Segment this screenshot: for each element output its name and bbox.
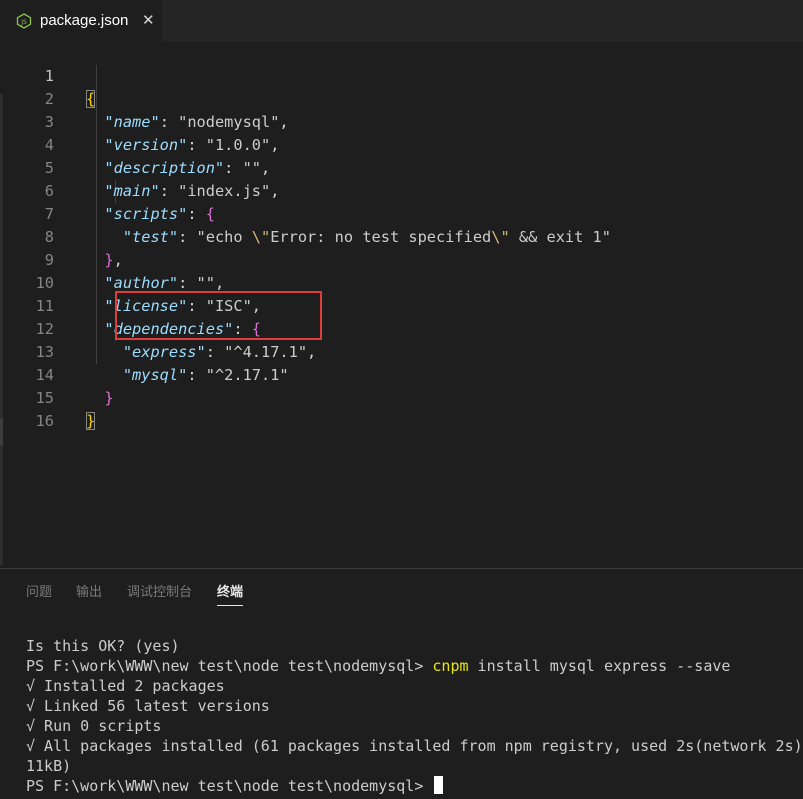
panel-tab-bar: 问题 输出 调试控制台 终端 (0, 569, 803, 609)
annotation-highlight-box (115, 291, 322, 340)
bottom-panel: 问题 输出 调试控制台 终端 Is this OK? (yes) PS F:\w… (0, 568, 803, 799)
terminal-line: √ Linked 56 latest versions (26, 697, 270, 715)
terminal-line: √ Installed 2 packages (26, 677, 225, 695)
code-line: 6 "scripts": { (0, 157, 803, 223)
terminal-line: Is this OK? (yes) (26, 637, 180, 655)
code-editor[interactable]: 1 { 2 "name": "nodemysql", 3 "version": … (0, 42, 803, 568)
terminal-line: PS F:\work\WWW\new test\node test\nodemy… (26, 656, 730, 676)
terminal-line: √ Run 0 scripts (26, 717, 162, 735)
code-line: 2 "name": "nodemysql", (0, 65, 803, 131)
tab-label: package.json (40, 12, 129, 29)
code-line: 4 "description": "", (0, 111, 803, 177)
editor-tab-bar: JS package.json ✕ (0, 0, 803, 42)
brace: } (86, 412, 96, 430)
code-line: 14 } (0, 341, 803, 407)
tab-problems[interactable]: 问题 (26, 581, 52, 600)
tab-debug-console[interactable]: 调试控制台 (127, 581, 192, 600)
tab-package-json[interactable]: JS package.json ✕ (0, 0, 162, 42)
nodejs-icon: JS (16, 13, 32, 29)
code-line: 10 "license": "ISC", (0, 249, 803, 315)
code-line: 7 "test": "echo \"Error: no test specifi… (0, 180, 803, 246)
code-line: 1 { (0, 42, 803, 108)
tab-output[interactable]: 输出 (76, 581, 102, 600)
terminal-line: 11kB) (26, 757, 72, 775)
terminal-command: cnpm (432, 657, 469, 675)
code-line: 3 "version": "1.0.0", (0, 88, 803, 154)
active-tab-indicator (217, 605, 243, 606)
tab-terminal[interactable]: 终端 (217, 581, 243, 600)
line-number: 16 (35, 412, 54, 430)
terminal-prompt: PS F:\work\WWW\new test\node test\nodemy… (26, 777, 433, 795)
terminal-cursor (434, 776, 444, 794)
terminal-args: install mysql express --save (468, 657, 731, 675)
code-line: 16 (0, 387, 803, 430)
svg-text:JS: JS (20, 19, 27, 26)
code-line: 15 } (0, 364, 803, 430)
terminal-prompt: PS F:\work\WWW\new test\node test\nodemy… (26, 657, 433, 675)
close-icon[interactable]: ✕ (142, 11, 155, 29)
terminal-line: PS F:\work\WWW\new test\node test\nodemy… (26, 776, 444, 796)
code-line: 5 "main": "index.js", (0, 134, 803, 200)
terminal-line: √ All packages installed (61 packages in… (26, 737, 803, 755)
code-line: 9 "author": "", (0, 226, 803, 292)
code-line: 8 }, (0, 203, 803, 269)
